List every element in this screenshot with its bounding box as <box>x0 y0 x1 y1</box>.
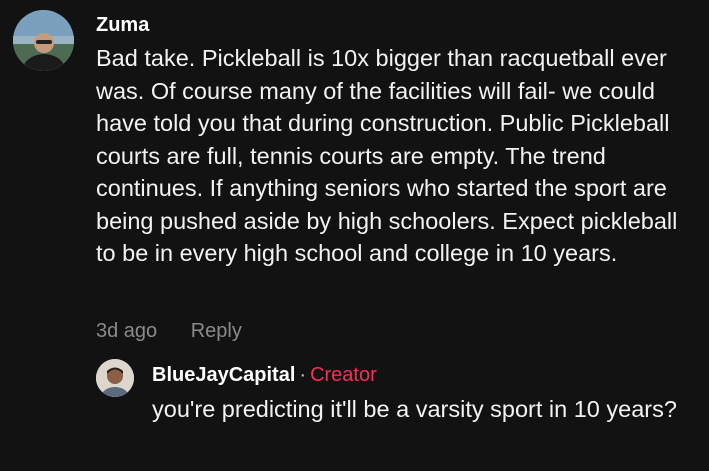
reply-author-line: BlueJayCapital · Creator <box>152 361 377 389</box>
comment-text: Bad take. Pickleball is 10x bigger than … <box>96 45 678 266</box>
reply-avatar[interactable] <box>96 359 134 397</box>
user-avatar-icon <box>13 10 74 71</box>
reply-button[interactable]: Reply <box>191 320 242 342</box>
creator-badge: Creator <box>310 364 377 386</box>
comment-meta: 3d ago Reply <box>96 317 242 345</box>
reply-author[interactable]: BlueJayCapital <box>152 364 295 386</box>
comment-age: 3d ago <box>96 320 158 342</box>
separator-dot: · <box>299 364 307 386</box>
comment-author[interactable]: Zuma <box>96 12 149 38</box>
avatar[interactable] <box>13 10 74 71</box>
user-avatar-icon <box>96 359 134 397</box>
reply-text: you're predicting it'll be a varsity spo… <box>152 396 677 422</box>
